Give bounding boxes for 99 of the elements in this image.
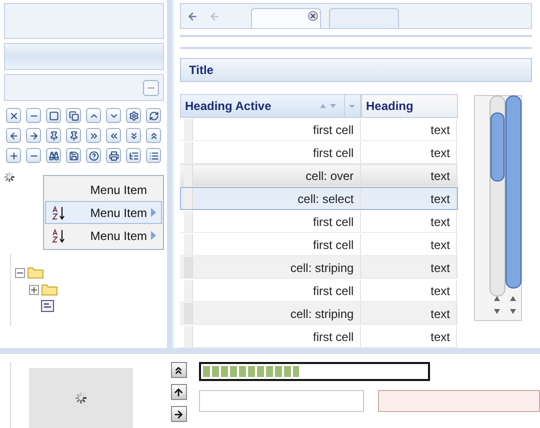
panel-title: Title [180,58,532,82]
right-button[interactable] [26,128,41,143]
help-icon [88,150,98,160]
table-row[interactable]: first cell text [180,141,458,164]
refresh-icon [148,110,158,120]
table-row[interactable]: first cell text [180,279,458,302]
table-cell: cell: striping [192,257,361,278]
spinner-icon [4,171,15,183]
down-button[interactable] [106,108,121,123]
table-cell: text [360,234,457,255]
move-up-button[interactable] [170,384,187,400]
column-header[interactable]: Heading Active [180,94,361,118]
table-row[interactable]: first cell text [180,325,458,348]
remove-button[interactable] [26,148,41,163]
left-arrow-icon [8,130,18,140]
table-cell: first cell [192,234,361,255]
tree-list-icon [128,150,138,160]
gear-icon [128,110,138,120]
printer-icon [108,150,118,160]
close-icon[interactable] [308,11,318,21]
up-button[interactable] [86,108,101,123]
table-row[interactable]: cell: striping text [180,256,458,279]
table-cell: text [360,165,457,186]
table-row[interactable]: cell: striping text [180,302,458,325]
minimize-button[interactable] [26,108,41,123]
right-arrow-icon [28,130,38,140]
menu-item[interactable]: Menu Item [44,224,162,247]
table-row[interactable]: first cell text [180,118,458,141]
table-cell: text [360,142,457,163]
binoculars-icon [48,150,58,160]
table-cell: cell: over [192,165,361,186]
left-button[interactable] [6,128,21,143]
pin-button[interactable] [46,128,61,143]
table-cell: text [360,211,457,232]
list-view-button[interactable] [146,148,161,163]
up-arrow-icon [173,386,184,398]
refresh-button[interactable] [146,108,161,123]
print-button[interactable] [106,148,121,163]
save-icon [68,150,78,160]
close-button[interactable] [6,108,21,123]
document-icon[interactable] [41,300,54,312]
column-header[interactable]: Heading [361,94,458,118]
settings-button[interactable] [126,108,141,123]
find-button[interactable] [46,148,61,163]
table-row[interactable]: cell: select text [180,187,458,210]
table-cell: first cell [192,142,361,163]
sort-icon [50,228,67,244]
collapse-toggle[interactable] [15,268,25,278]
right-arrow-icon [173,408,184,420]
pin-icon [68,130,78,140]
restore-button[interactable] [66,108,81,123]
tree-view-button[interactable] [126,148,141,163]
rewind-button[interactable] [106,128,121,143]
double-down-icon [128,130,138,140]
table-cell: cell: select [192,188,361,209]
save-button[interactable] [66,148,81,163]
table-cell: text [360,119,457,140]
add-button[interactable] [6,148,21,163]
table-cell: text [360,303,457,324]
table-cell: text [360,188,457,209]
table-cell: cell: striping [192,303,361,324]
restore-icon [68,110,78,120]
submenu-arrow-icon [151,230,156,240]
double-up-icon [173,364,184,376]
submenu-arrow-icon [151,208,156,216]
table-row[interactable]: first cell text [180,210,458,233]
square-icon [48,110,58,120]
collapse-button[interactable] [146,128,161,143]
table-cell: first cell [192,280,361,301]
plus-icon [8,150,18,160]
help-button[interactable] [86,148,101,163]
x-icon [8,110,18,120]
sort-arrows-icon [320,103,338,109]
back-icon[interactable] [186,10,198,22]
double-left-icon [108,130,118,140]
table-cell: first cell [192,326,361,347]
table-cell: first cell [192,119,361,140]
forward-button[interactable] [86,128,101,143]
table-cell: text [360,280,457,301]
table-row[interactable]: cell: over text [180,164,458,187]
spinner-icon [75,392,87,404]
table-row[interactable]: first cell text [180,233,458,256]
expand-toggle[interactable] [29,284,39,294]
pin-icon [48,130,58,140]
menu-item[interactable]: Menu Item [44,201,162,224]
expand-button[interactable] [126,128,141,143]
move-top-button[interactable] [170,362,187,378]
table-cell: text [360,326,457,347]
maximize-button[interactable] [46,108,61,123]
unpin-button[interactable] [66,128,81,143]
double-up-icon [148,130,158,140]
double-right-icon [88,130,98,140]
table-cell: text [360,257,457,278]
menu-item[interactable]: Menu Item [44,178,162,201]
move-right-button[interactable] [170,406,187,422]
table-cell: first cell [192,211,361,232]
input-field[interactable] [378,390,540,412]
input-field[interactable] [199,390,364,412]
sort-icon [50,204,67,220]
